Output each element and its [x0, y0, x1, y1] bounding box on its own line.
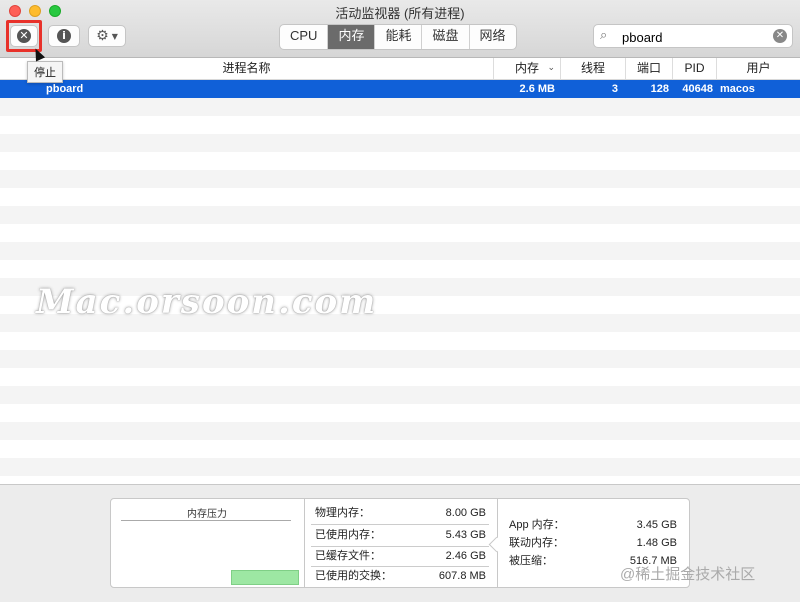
stat-value: 3.45 GB — [636, 519, 677, 531]
stat-label: 已使用内存： — [315, 529, 381, 541]
empty-row — [0, 260, 800, 278]
stat-swap-used: 已使用的交换： 607.8 MB — [315, 566, 486, 586]
process-memory: 2.6 MB — [519, 83, 555, 95]
gear-icon: ⚙ — [96, 28, 109, 44]
stat-wired-memory: 联动内存： 1.48 GB — [509, 533, 677, 553]
stat-value: 2.46 GB — [445, 550, 486, 562]
stat-label: 被压缩： — [509, 555, 553, 567]
stat-label: 已缓存文件： — [315, 550, 381, 562]
empty-row — [0, 332, 800, 350]
column-ports[interactable]: 端口 — [625, 58, 672, 79]
empty-row — [0, 386, 800, 404]
action-menu-button[interactable]: ⚙ ▼ — [88, 25, 126, 47]
empty-row — [0, 458, 800, 476]
stat-label: App 内存： — [509, 519, 565, 531]
table-row[interactable]: pboard 2.6 MB 3 128 40648 macos — [0, 80, 800, 98]
column-threads[interactable]: 线程 — [560, 58, 625, 79]
empty-row — [0, 404, 800, 422]
title-bar: 活动监视器 (所有进程) ✕ i ⚙ ▼ CPU 内存 能耗 磁盘 网络 ⌕ ✕ — [0, 0, 800, 58]
info-button[interactable]: i — [48, 25, 80, 47]
tab-cpu[interactable]: CPU — [280, 25, 329, 49]
process-threads: 3 — [611, 83, 618, 95]
empty-row — [0, 440, 800, 458]
stat-app-memory: App 内存： 3.45 GB — [509, 515, 677, 535]
empty-row — [0, 350, 800, 368]
process-ports: 128 — [650, 83, 669, 95]
table-header: 进程名称 内存 ⌄ 线程 端口 PID 用户 — [0, 58, 800, 80]
search-field: ⌕ ✕ — [593, 24, 793, 48]
category-tabs: CPU 内存 能耗 磁盘 网络 — [279, 24, 517, 50]
empty-row — [0, 188, 800, 206]
footer-credit: @稀土掘金技术社区 — [620, 566, 756, 583]
chevron-down-icon: ▼ — [111, 31, 118, 41]
memory-summary-area: 内存压力 物理内存： 8.00 GB 已使用内存： 5.43 GB 已缓存文件：… — [0, 484, 800, 602]
tab-network[interactable]: 网络 — [470, 25, 516, 49]
stat-label: 物理内存： — [315, 507, 370, 519]
info-icon: i — [57, 29, 71, 43]
panel-divider — [304, 499, 305, 587]
empty-row — [0, 170, 800, 188]
stat-value: 8.00 GB — [445, 507, 486, 519]
pressure-divider — [121, 520, 291, 521]
column-process-name[interactable]: 进程名称 — [0, 58, 493, 79]
empty-row — [0, 116, 800, 134]
tab-memory[interactable]: 内存 — [328, 25, 376, 49]
tab-energy[interactable]: 能耗 — [375, 25, 423, 49]
memory-pressure-title: 内存压力 — [187, 509, 227, 520]
process-user: macos — [720, 83, 755, 95]
memory-pressure-graph — [231, 570, 299, 585]
empty-row — [0, 422, 800, 440]
empty-row — [0, 152, 800, 170]
stat-value: 5.43 GB — [445, 529, 486, 541]
watermark-text: Mac.orsoon.com — [36, 282, 378, 322]
window-title: 活动监视器 (所有进程) — [335, 6, 465, 21]
empty-row — [0, 134, 800, 152]
process-pid: 40648 — [682, 83, 713, 95]
column-memory[interactable]: 内存 ⌄ — [493, 58, 560, 79]
column-memory-label: 内存 — [514, 61, 539, 75]
stat-label: 已使用的交换： — [315, 570, 392, 582]
stat-label: 联动内存： — [509, 537, 564, 549]
search-icon: ⌕ — [600, 28, 608, 43]
stat-physical-memory: 物理内存： 8.00 GB — [315, 503, 486, 523]
panel-notch — [488, 536, 505, 553]
empty-row — [0, 242, 800, 260]
column-pid[interactable]: PID — [672, 58, 716, 79]
empty-row — [0, 98, 800, 116]
empty-row — [0, 368, 800, 386]
stat-value: 607.8 MB — [438, 570, 486, 582]
column-user[interactable]: 用户 — [716, 58, 800, 79]
stop-tooltip: 停止 — [27, 61, 63, 83]
search-input[interactable] — [620, 27, 774, 47]
empty-row — [0, 206, 800, 224]
empty-row — [0, 224, 800, 242]
memory-summary-panel: 内存压力 物理内存： 8.00 GB 已使用内存： 5.43 GB 已缓存文件：… — [110, 498, 690, 588]
stat-value: 1.48 GB — [636, 537, 677, 549]
stat-cached-files: 已缓存文件： 2.46 GB — [315, 546, 486, 566]
tab-disk[interactable]: 磁盘 — [422, 25, 470, 49]
sort-descending-icon: ⌄ — [547, 63, 555, 73]
stat-used-memory: 已使用内存： 5.43 GB — [315, 525, 486, 545]
clear-search-icon[interactable]: ✕ — [773, 29, 787, 43]
